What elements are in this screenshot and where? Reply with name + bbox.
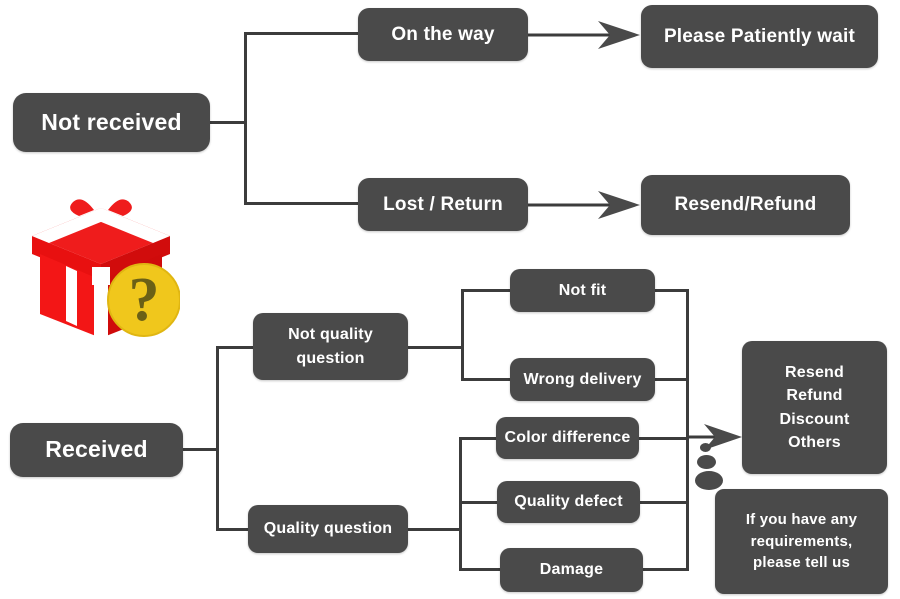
node-resend-refund-label: Resend/Refund bbox=[674, 194, 817, 216]
node-quality-defect-label: Quality defect bbox=[514, 493, 623, 511]
node-received[interactable]: Received bbox=[10, 423, 183, 477]
node-please-patiently-wait-label: Please Patiently wait bbox=[663, 25, 856, 47]
node-not-received[interactable]: Not received bbox=[13, 93, 210, 152]
requirements-note-line1: If you have any bbox=[745, 510, 858, 528]
requirements-note-line3: please tell us bbox=[752, 554, 850, 572]
node-lost-return-label: Lost / Return bbox=[383, 193, 503, 215]
connector-to-not-fit bbox=[461, 289, 513, 292]
ellipsis-dot-small bbox=[700, 443, 711, 452]
node-not-fit-label: Not fit bbox=[558, 281, 607, 299]
resolution-option-others: Others bbox=[788, 433, 841, 451]
node-color-difference[interactable]: Color difference bbox=[496, 417, 639, 459]
node-quality-question-label: Quality question bbox=[263, 520, 393, 538]
node-quality-defect[interactable]: Quality defect bbox=[497, 481, 640, 523]
connector-not-received-stem bbox=[210, 121, 247, 124]
gift-box-icon: ? bbox=[32, 199, 180, 339]
node-please-patiently-wait[interactable]: Please Patiently wait bbox=[641, 5, 878, 68]
connector-nqq-stem bbox=[408, 346, 463, 349]
connector-issues-rail bbox=[686, 289, 689, 571]
node-wrong-delivery[interactable]: Wrong delivery bbox=[510, 358, 655, 401]
node-not-received-label: Not received bbox=[41, 108, 182, 135]
node-quality-question[interactable]: Quality question bbox=[248, 505, 408, 553]
node-not-quality-question-label-line2: question bbox=[296, 349, 365, 367]
node-color-difference-label: Color difference bbox=[504, 429, 631, 447]
node-not-fit[interactable]: Not fit bbox=[510, 269, 655, 312]
node-not-quality-question[interactable]: Not quality question bbox=[253, 313, 408, 380]
requirements-note-line2: requirements, bbox=[750, 532, 853, 550]
resolution-option-resend: Resend bbox=[785, 364, 844, 382]
connector-wrong-delivery-out bbox=[653, 378, 689, 381]
connector-nqq-vertical bbox=[461, 289, 464, 381]
connector-to-damage bbox=[459, 568, 504, 571]
connector-received-stem bbox=[183, 448, 218, 451]
ellipsis-dot-medium bbox=[697, 455, 716, 469]
node-damage[interactable]: Damage bbox=[500, 548, 643, 592]
connector-not-fit-out bbox=[653, 289, 689, 292]
connector-to-on-the-way bbox=[244, 32, 360, 35]
node-on-the-way[interactable]: On the way bbox=[358, 8, 528, 61]
resolution-option-refund: Refund bbox=[786, 387, 843, 405]
node-received-label: Received bbox=[45, 436, 148, 463]
connector-qq-stem bbox=[408, 528, 461, 531]
connector-to-not-quality-question bbox=[216, 346, 254, 349]
connector-received-vertical bbox=[216, 346, 219, 529]
ellipsis-dot-large bbox=[695, 471, 723, 490]
connector-color-difference-out bbox=[637, 437, 689, 440]
svg-text:?: ? bbox=[129, 266, 160, 334]
connector-to-wrong-delivery bbox=[461, 378, 513, 381]
flowchart-canvas: ? Not received On the way Please Patient… bbox=[0, 0, 900, 599]
node-requirements-note[interactable]: If you have any requirements, please tel… bbox=[715, 489, 888, 594]
node-not-quality-question-label-line1: Not quality bbox=[288, 326, 373, 344]
node-wrong-delivery-label: Wrong delivery bbox=[523, 370, 642, 388]
connector-to-quality-question bbox=[216, 528, 249, 531]
node-resend-refund[interactable]: Resend/Refund bbox=[641, 175, 850, 235]
connector-not-received-vertical bbox=[244, 32, 247, 205]
resolution-option-discount: Discount bbox=[779, 410, 850, 428]
node-damage-label: Damage bbox=[539, 561, 604, 579]
node-resolution-options[interactable]: Resend Refund Discount Others bbox=[742, 341, 887, 474]
connector-to-lost-return bbox=[244, 202, 360, 205]
node-lost-return[interactable]: Lost / Return bbox=[358, 178, 528, 231]
connector-damage-out bbox=[641, 568, 689, 571]
connector-quality-defect-out bbox=[638, 501, 689, 504]
node-on-the-way-label: On the way bbox=[391, 23, 495, 45]
